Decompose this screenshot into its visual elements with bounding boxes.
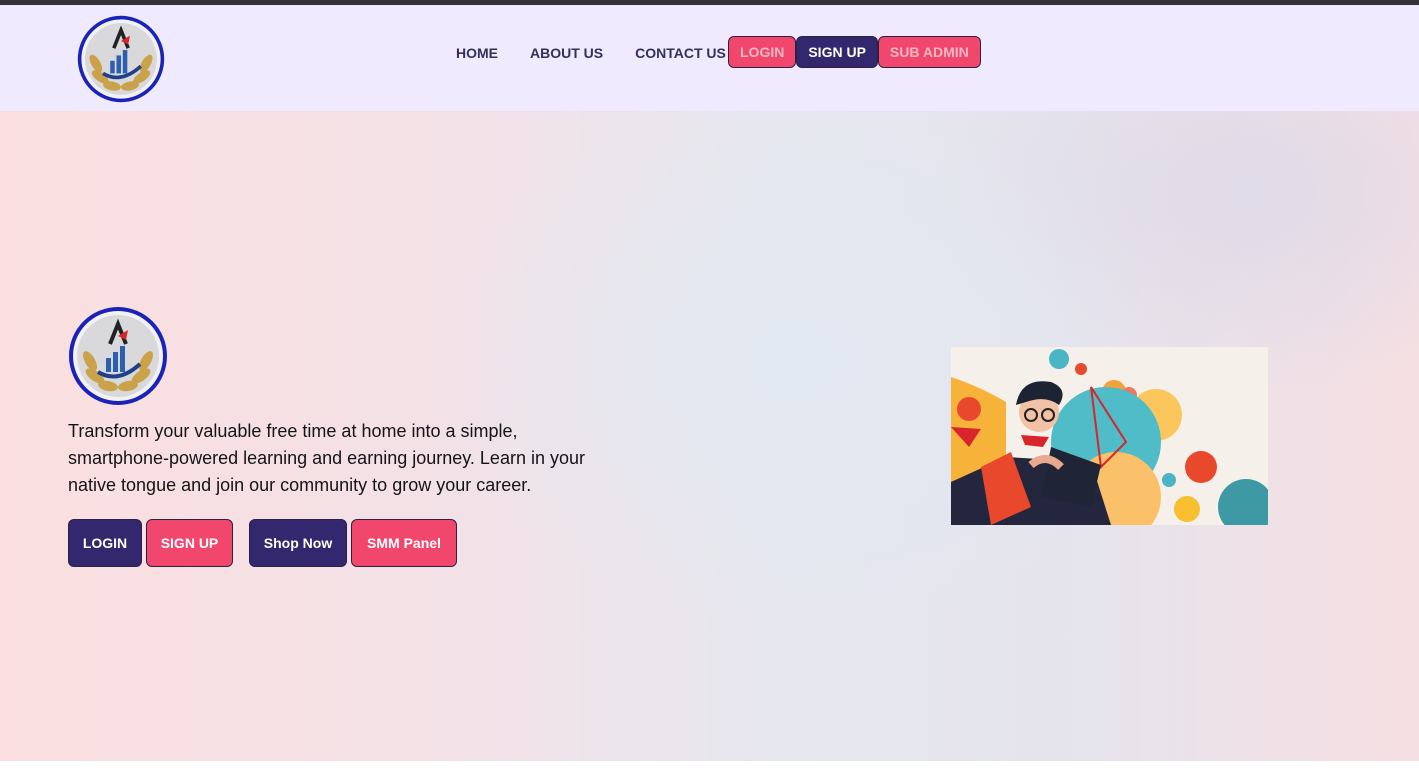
smm-panel-button[interactable]: SMM Panel — [351, 519, 457, 567]
learning-illustration-icon — [951, 347, 1268, 525]
nav-links: HOME ABOUT US CONTACT US — [440, 36, 742, 68]
nav-about-link[interactable]: ABOUT US — [514, 36, 619, 68]
nav-login-button[interactable]: LOGIN — [728, 36, 797, 68]
nav-signup-button[interactable]: SIGN UP — [796, 36, 878, 68]
nav-contact-link[interactable]: CONTACT US — [619, 36, 742, 68]
nav-home-link[interactable]: HOME — [440, 36, 514, 68]
nav-auth-buttons: LOGIN SIGN UP SUB ADMIN — [728, 36, 981, 68]
shop-now-button[interactable]: Shop Now — [249, 519, 347, 567]
hero-login-button[interactable]: LOGIN — [68, 519, 142, 567]
navbar: HOME ABOUT US CONTACT US LOGIN SIGN UP S… — [0, 5, 1419, 111]
hero-signup-button[interactable]: SIGN UP — [146, 519, 233, 567]
hero-logo-icon — [69, 307, 167, 405]
nav-subadmin-button[interactable]: SUB ADMIN — [877, 36, 981, 68]
bottom-edge — [0, 761, 1419, 774]
site-logo-icon[interactable] — [76, 14, 166, 104]
hero-description: Transform your valuable free time at hom… — [68, 421, 585, 495]
